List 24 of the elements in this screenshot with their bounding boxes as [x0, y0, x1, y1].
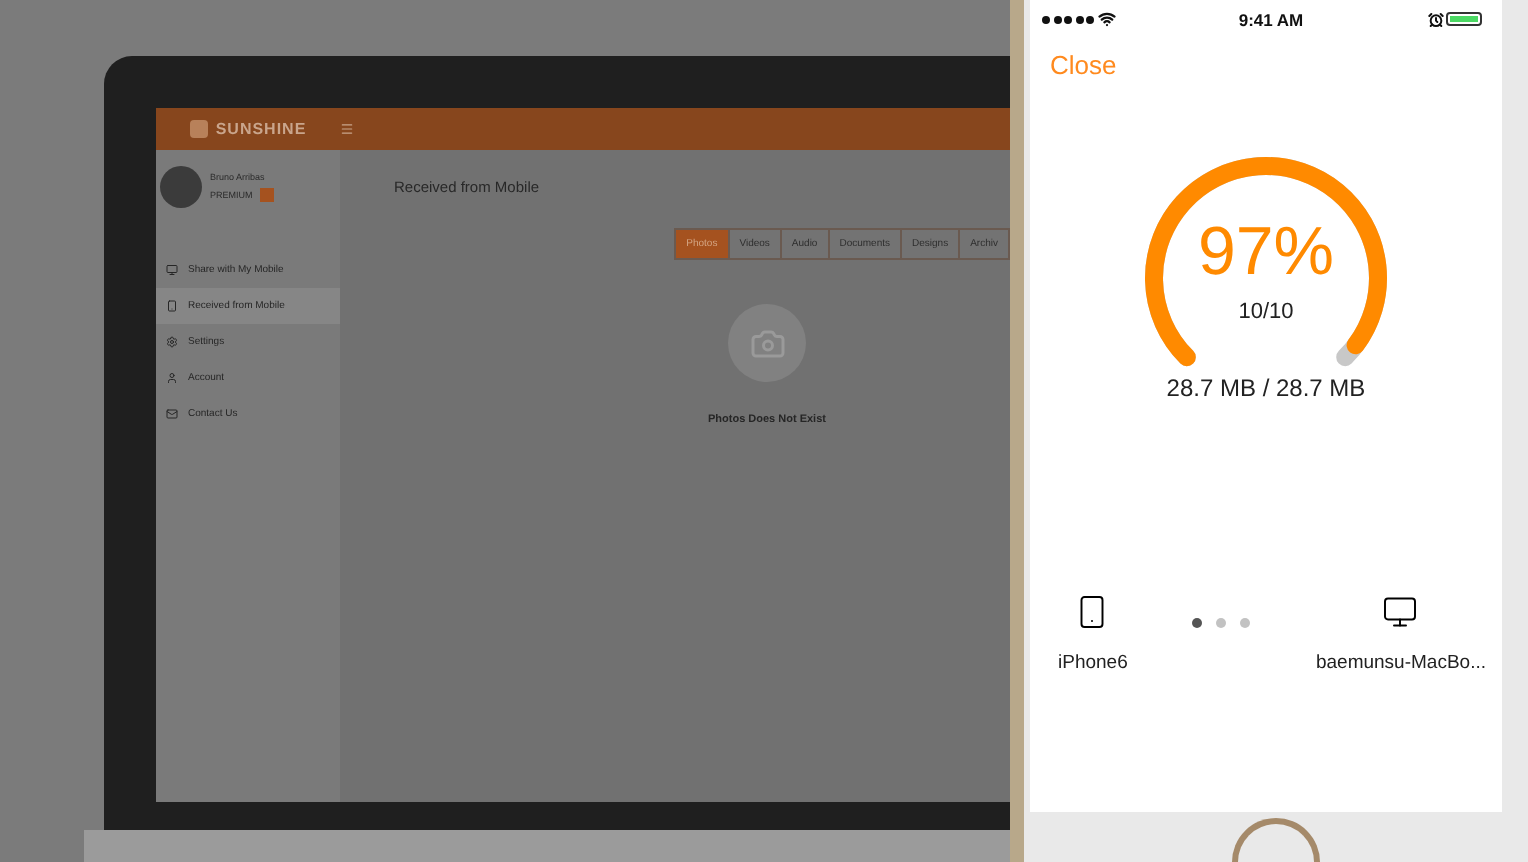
logo-icon	[189, 120, 208, 138]
close-button[interactable]: Close	[1050, 50, 1117, 80]
menu-icon[interactable]	[340, 122, 354, 136]
battery-icon	[1446, 12, 1482, 26]
signal-icon	[1042, 15, 1094, 23]
badge-icon	[260, 188, 275, 202]
wifi-icon	[1097, 10, 1115, 28]
status-time: 9:41 AM	[1238, 9, 1304, 29]
device-name: iPhone6	[1058, 652, 1128, 674]
mail-icon	[166, 408, 178, 420]
brand-name: SUNSHINE	[215, 120, 307, 138]
progress-percent: 97%	[1197, 214, 1335, 292]
phone-icon	[166, 300, 178, 312]
transfer-size: 28.7 MB / 28.7 MB	[1164, 374, 1368, 402]
monitor-icon	[1382, 594, 1419, 630]
device-name: baemunsu-MacBo...	[1315, 652, 1486, 674]
avatar	[160, 166, 202, 208]
gear-icon	[166, 336, 178, 348]
home-button[interactable]	[1232, 818, 1320, 862]
camera-icon	[749, 325, 785, 361]
monitor-icon	[166, 264, 178, 276]
file-count: 10/10	[1238, 300, 1294, 324]
user-icon	[166, 372, 178, 384]
alarm-icon	[1427, 11, 1443, 27]
